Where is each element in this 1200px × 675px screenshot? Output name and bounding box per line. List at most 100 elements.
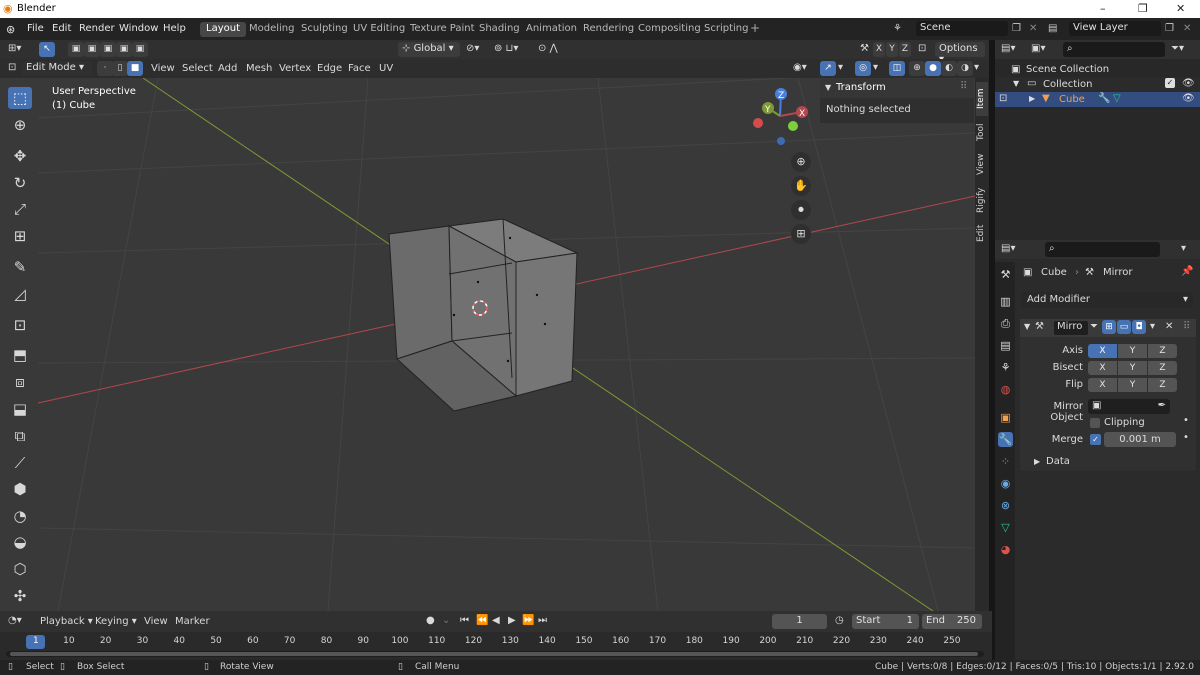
select-subtract-icon[interactable]: ▣ (100, 42, 116, 57)
display-mode-icon[interactable]: ▣▾ (1031, 43, 1045, 54)
scene-tab-icon[interactable]: ⚘ (998, 360, 1013, 375)
particles-tab-icon[interactable]: ⁘ (998, 454, 1013, 469)
camera-view-icon[interactable]: ⏺ (791, 200, 811, 220)
start-frame-field[interactable]: Start 1 (852, 614, 919, 629)
world-tab-icon[interactable]: ◍ (998, 382, 1013, 397)
select-intersect-icon[interactable]: ▣ (132, 42, 148, 57)
menu-vertex[interactable]: Vertex (279, 63, 311, 74)
tab-layout[interactable]: Layout (200, 22, 246, 37)
play-reverse-icon[interactable]: ◀ (492, 615, 500, 626)
gizmo-toggle-icon[interactable]: ↗ (820, 61, 836, 76)
outliner-editor-icon[interactable]: ▤▾ (1001, 43, 1015, 54)
drag-handle-icon[interactable]: ⠿ (960, 81, 967, 92)
navigation-gizmo[interactable]: Z X Y (750, 86, 812, 151)
delete-scene-icon[interactable]: ✕ (1029, 23, 1037, 34)
snap-icon[interactable]: ⊚ ⊔▾ (494, 43, 518, 54)
tab-animation[interactable]: Animation (520, 22, 583, 37)
next-keyframe-icon[interactable]: ⏩ (522, 615, 534, 626)
inset-tool-icon[interactable]: ⧈ (8, 371, 32, 393)
collapse-arrow-icon[interactable]: ▼ (1024, 322, 1030, 331)
render-tab-icon[interactable]: ▥ (998, 294, 1013, 309)
physics-tab-icon[interactable]: ◉ (998, 476, 1013, 491)
mirror-x-button[interactable]: X (873, 42, 885, 57)
timeline-view-menu[interactable]: View (144, 616, 168, 627)
eye-icon[interactable]: 👁 (1182, 93, 1195, 104)
tab-rigify[interactable]: Rigify (976, 184, 988, 216)
properties-editor-icon[interactable]: ▤▾ (1001, 243, 1015, 254)
output-tab-icon[interactable]: ⎙ (998, 316, 1013, 331)
properties-options-icon[interactable]: ▾ (1181, 243, 1186, 254)
modifier-tab-icon[interactable]: 🔧 (998, 432, 1013, 447)
auto-merge-icon[interactable]: ⊡ (918, 43, 926, 54)
menu-edit[interactable]: Edit (52, 23, 71, 34)
timeline-scroll-thumb[interactable] (10, 652, 978, 656)
bisect-y-toggle[interactable]: Y (1118, 361, 1147, 375)
record-icon[interactable]: ● (426, 615, 435, 626)
add-workspace-icon[interactable]: + (750, 21, 760, 35)
menu-file[interactable]: File (27, 23, 44, 34)
merge-keyframe-icon[interactable]: • (1183, 432, 1189, 443)
loop-cut-tool-icon[interactable]: ⧉ (8, 425, 32, 447)
eye-icon[interactable]: 👁 (1182, 78, 1195, 89)
object-tab-icon[interactable]: ▣ (998, 410, 1013, 425)
annotate-tool-icon[interactable]: ✎ (8, 256, 32, 278)
select-invert-icon[interactable]: ▣ (116, 42, 132, 57)
mirror-axis-icon[interactable]: ⚒ (860, 43, 869, 54)
menu-select[interactable]: Select (182, 63, 213, 74)
tab-tool[interactable]: Tool (976, 119, 988, 145)
scene-icon[interactable]: ⚘ (893, 23, 902, 34)
transform-tool-icon[interactable]: ⊞ (8, 225, 32, 247)
expand-arrow-icon[interactable]: ▶ (1034, 457, 1040, 466)
face-select-icon[interactable]: ■ (127, 61, 143, 76)
constraints-tab-icon[interactable]: ⊗ (998, 498, 1013, 513)
edge-select-icon[interactable]: ▯ (112, 61, 128, 76)
end-frame-field[interactable]: End 250 (922, 614, 982, 629)
tab-compositing[interactable]: Compositing (632, 22, 707, 37)
mesh-data-icon[interactable]: ▽ (1113, 93, 1121, 104)
menu-edge[interactable]: Edge (317, 63, 342, 74)
tab-view[interactable]: View (976, 151, 988, 177)
bisect-z-toggle[interactable]: Z (1148, 361, 1177, 375)
view-layer-tab-icon[interactable]: ▤ (998, 338, 1013, 353)
tab-texture-paint[interactable]: Texture Paint (404, 22, 481, 37)
record-options-icon[interactable]: ⌄ (442, 615, 450, 626)
scale-tool-icon[interactable]: ⤢ (8, 198, 32, 220)
drag-handle-icon[interactable]: ⠿ (1183, 321, 1190, 332)
poly-build-tool-icon[interactable]: ⬢ (8, 478, 32, 500)
modifier-header[interactable]: ▼ ⚒ Mirro ⏷ ⊞ ▭ ◘ ▾ ✕ ⠿ (1020, 319, 1196, 337)
viewport-toggle-icon[interactable]: ▭ (1117, 320, 1131, 334)
bevel-tool-icon[interactable]: ⬓ (8, 398, 32, 420)
select-extend-icon[interactable]: ▣ (84, 42, 100, 57)
transform-orientation-dropdown[interactable]: ⊹ Global ▾ (398, 42, 460, 57)
rendered-shading-icon[interactable]: ◑ (957, 61, 973, 76)
modifier-name-field[interactable]: Mirro (1054, 321, 1088, 335)
shrink-fatten-tool-icon[interactable]: ⬡ (8, 558, 32, 580)
pin-icon[interactable]: 📌 (1181, 266, 1193, 277)
axis-y-toggle[interactable]: Y (1118, 344, 1147, 358)
smooth-tool-icon[interactable]: ◒ (8, 531, 32, 553)
clipping-checkbox[interactable] (1090, 418, 1100, 428)
menu-add[interactable]: Add (218, 63, 237, 74)
options-dropdown[interactable]: Options ▾ (935, 42, 985, 65)
solid-shading-icon[interactable]: ● (925, 61, 941, 76)
menu-uv[interactable]: UV (379, 63, 393, 74)
remove-modifier-icon[interactable]: ✕ (1165, 321, 1173, 332)
mirror-object-field[interactable]: ▣ ✒ (1088, 399, 1170, 414)
wireframe-shading-icon[interactable]: ⊕ (909, 61, 925, 76)
flip-x-toggle[interactable]: X (1088, 378, 1117, 392)
playback-menu[interactable]: Playback ▾ (40, 616, 93, 627)
tab-item[interactable]: Item (976, 82, 988, 116)
outliner-search-input[interactable]: ⌕ (1063, 42, 1165, 57)
overlay-dropdown-icon[interactable]: ▾ (873, 62, 878, 73)
tab-uv-editing[interactable]: UV Editing (347, 22, 411, 37)
axis-z-toggle[interactable]: Z (1148, 344, 1177, 358)
jump-start-icon[interactable]: ⏮ (460, 615, 469, 626)
xray-toggle-icon[interactable]: ◫ (889, 61, 905, 76)
tab-shading[interactable]: Shading (473, 22, 526, 37)
prev-keyframe-icon[interactable]: ⏪ (476, 615, 488, 626)
timeline-editor-icon[interactable]: ◔▾ (8, 615, 22, 626)
new-view-layer-icon[interactable]: ❐ (1165, 23, 1174, 34)
measure-tool-icon[interactable]: ◿ (8, 283, 32, 305)
keying-menu[interactable]: Keying ▾ (95, 616, 137, 627)
timeline-scrollbar[interactable] (6, 651, 984, 657)
